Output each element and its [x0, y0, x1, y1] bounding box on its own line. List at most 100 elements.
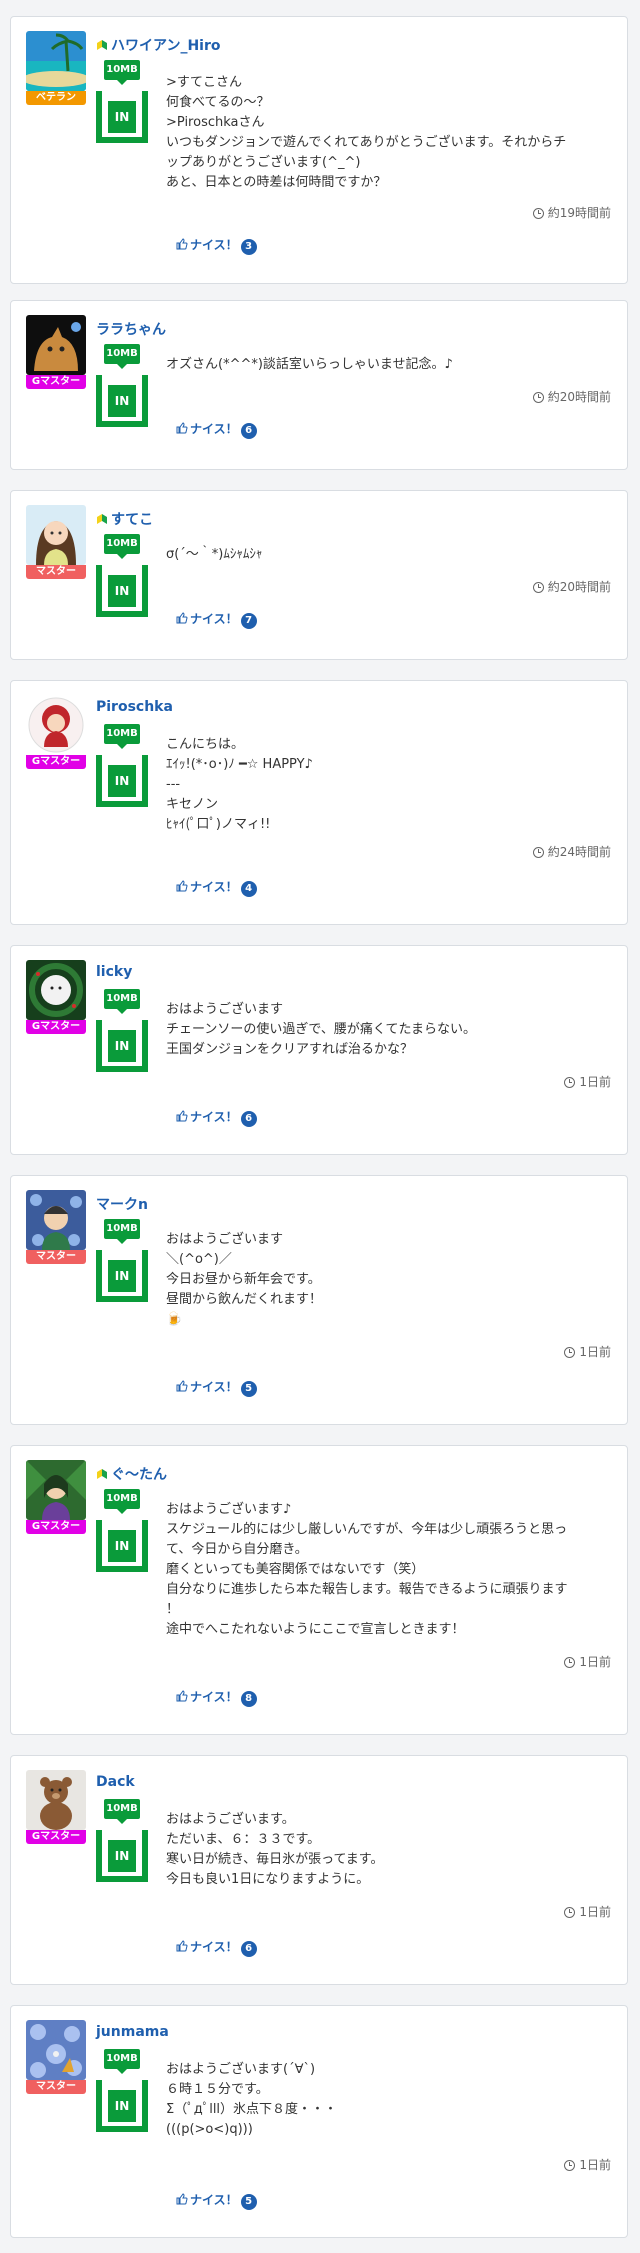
nice-button[interactable]: ナイス！ 3	[176, 236, 257, 255]
nice-button[interactable]: ナイス！ 4	[176, 878, 257, 897]
user-name-link[interactable]: ハワイアン_Hiro	[96, 35, 220, 55]
timestamp: 1日前	[564, 1073, 611, 1090]
nice-button[interactable]: ナイス！ 7	[176, 610, 257, 629]
nice-button[interactable]: ナイス！ 5	[176, 2191, 257, 2210]
user-name-link[interactable]: マークn	[96, 1194, 148, 1214]
avatar[interactable]	[26, 315, 86, 375]
message-line: キセノン	[166, 797, 219, 812]
post-card: Gマスター licky 10MB IN おはようございます チェーンソーの使い過…	[10, 945, 628, 1155]
nice-button[interactable]: ナイス！ 8	[176, 1688, 257, 1707]
avatar[interactable]	[26, 695, 86, 755]
user-name-link[interactable]: ララちゃん	[96, 319, 166, 339]
message-line: おはようございます(´∀`)	[166, 2062, 316, 2077]
user-name: すてこ	[111, 512, 154, 528]
user-name: ハワイアン_Hiro	[111, 38, 221, 54]
message-line: おはようございます	[166, 1232, 284, 1247]
user-name: licky	[96, 964, 133, 980]
avatar[interactable]	[26, 960, 86, 1020]
message-line: 何食べてるの〜？	[166, 95, 270, 110]
message-body: おはようございます(´∀`) ６時１５分です。 Σ（ﾟдﾟlll）氷点下８度・・…	[166, 2060, 606, 2140]
message-body: こんにちは。 ｴｲｯ!(*･o･)ﾉ ━☆ HAPPY♪ --- キセノン ﾋｬ…	[166, 735, 606, 835]
user-name: Piroschka	[96, 699, 173, 715]
nice-button[interactable]: ナイス！ 6	[176, 1108, 257, 1127]
message-line: 🍺	[166, 1312, 183, 1327]
message-line: >Piroschkaさん	[166, 115, 265, 130]
room-in-icon[interactable]: IN	[96, 2080, 148, 2132]
avatar[interactable]	[26, 31, 86, 91]
rank-badge: ベテラン	[26, 91, 86, 105]
message-line: て、今日から自分磨き。	[166, 1542, 308, 1557]
post-card: Gマスター Dack 10MB IN おはようございます。 ただいま、６：３３で…	[10, 1755, 628, 1985]
message-line: 磨くといっても美容関係ではないです（笑）	[166, 1562, 425, 1577]
message-line: オズさん(*^^*)談話室いらっしゃいませ記念。♪	[166, 357, 453, 372]
clock-icon	[532, 208, 544, 219]
rank-badge: マスター	[26, 1250, 86, 1264]
message-line: 自分なりに進歩したら本た報告します。報告できるように頑張ります	[166, 1582, 568, 1597]
nice-count: 6	[240, 1941, 257, 1957]
message-line: こんにちは。	[166, 737, 245, 752]
in-label: IN	[108, 1260, 136, 1292]
avatar[interactable]	[26, 1190, 86, 1250]
post-card: マスター マークn 10MB IN おはようございます ＼(^o^)／ 今日お昼…	[10, 1175, 628, 1425]
message-line: 昼間から飲んだくれます！	[166, 1292, 323, 1307]
user-name-link[interactable]: Dack	[96, 1774, 135, 1790]
storage-badge: 10MB	[104, 60, 140, 85]
message-line: いつもダンジョンで遊んでくれてありがとうございます。それからチ	[166, 135, 567, 150]
room-in-icon[interactable]: IN	[96, 1830, 148, 1882]
timestamp: 約20時間前	[532, 388, 611, 405]
room-in-icon[interactable]: IN	[96, 1520, 148, 1572]
avatar[interactable]	[26, 1460, 86, 1520]
message-body: おはようございます。 ただいま、６：３３です。 寒い日が続き、毎日氷が張ってます…	[166, 1810, 606, 1890]
rank-badge: Gマスター	[26, 755, 86, 769]
message-line: スケジュール的には少し厳しいんですが、今年は少し頑張ろうと思っ	[166, 1522, 568, 1537]
clock-icon	[564, 1907, 576, 1918]
room-in-icon[interactable]: IN	[96, 375, 148, 427]
nice-count: 5	[240, 1381, 257, 1397]
message-line: ただいま、６：３３です。	[166, 1832, 321, 1847]
timestamp: 約19時間前	[532, 204, 611, 221]
beginner-mark-icon	[97, 514, 107, 524]
avatar[interactable]	[26, 1770, 86, 1830]
message-line: おはようございます	[166, 1002, 284, 1017]
in-label: IN	[108, 1840, 136, 1872]
avatar[interactable]	[26, 505, 86, 565]
user-name-link[interactable]: ぐ〜たん	[96, 1464, 167, 1484]
post-card: Gマスター Piroschka 10MB IN こんにちは。 ｴｲｯ!(*･o･…	[10, 680, 628, 925]
message-line: ＼(^o^)／	[166, 1252, 232, 1267]
nice-button[interactable]: ナイス！ 6	[176, 1938, 257, 1957]
user-name-link[interactable]: junmama	[96, 2024, 169, 2040]
thumbs-up-icon	[176, 1380, 188, 1392]
user-name-link[interactable]: Piroschka	[96, 699, 173, 715]
message-line: おはようございます♪	[166, 1502, 292, 1517]
nice-button[interactable]: ナイス！ 5	[176, 1378, 257, 1397]
thumbs-up-icon	[176, 612, 188, 624]
user-name-link[interactable]: licky	[96, 964, 132, 980]
nice-count: 4	[240, 881, 257, 897]
user-name-link[interactable]: すてこ	[96, 509, 153, 529]
user-name: junmama	[96, 2024, 169, 2040]
room-in-icon[interactable]: IN	[96, 565, 148, 617]
message-line: ！	[166, 1602, 180, 1617]
room-in-icon[interactable]: IN	[96, 755, 148, 807]
nice-button[interactable]: ナイス！ 6	[176, 420, 257, 439]
storage-badge: 10MB	[104, 1489, 140, 1514]
message-line: >すてこさん	[166, 75, 243, 90]
rank-badge: Gマスター	[26, 375, 86, 389]
thumbs-up-icon	[176, 1690, 188, 1702]
room-in-icon[interactable]: IN	[96, 91, 148, 143]
room-in-icon[interactable]: IN	[96, 1250, 148, 1302]
message-line: 寒い日が続き、毎日氷が張ってます。	[166, 1852, 384, 1867]
beginner-mark-icon	[97, 40, 107, 50]
in-label: IN	[108, 385, 136, 417]
message-body: おはようございます チェーンソーの使い過ぎで、腰が痛くてたまらない。 王国ダンジ…	[166, 1000, 606, 1060]
clock-icon	[564, 2160, 576, 2171]
nice-count: 7	[240, 613, 257, 629]
avatar[interactable]	[26, 2020, 86, 2080]
message-line: ップありがとうございます(^_^)	[166, 155, 361, 170]
message-line: 王国ダンジョンをクリアすれば治るかな？	[166, 1042, 414, 1057]
message-line: ﾋｬｲ(ﾟ口ﾟ)ノマィ!!	[166, 817, 271, 832]
room-in-icon[interactable]: IN	[96, 1020, 148, 1072]
message-line: 今日も良い1日になりますように。	[166, 1872, 370, 1887]
storage-badge: 10MB	[104, 724, 140, 749]
thumbs-up-icon	[176, 422, 188, 434]
